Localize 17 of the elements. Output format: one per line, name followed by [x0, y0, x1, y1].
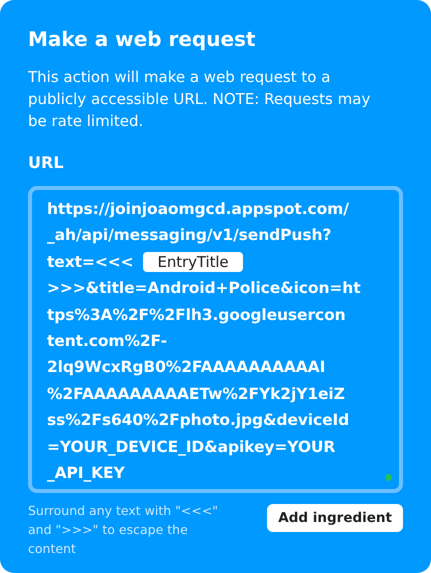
url-text: text=<<<: [47, 252, 134, 273]
url-text: tps%3A%2F%2Flh3.googleusercon: [47, 304, 346, 326]
url-text: >>>&title=Android+Police&icon=ht: [47, 278, 361, 300]
field-label: URL: [28, 152, 65, 174]
url-text: _API_KEY: [47, 462, 125, 484]
url-text: =YOUR_DEVICE_ID&apikey=YOUR: [47, 436, 336, 458]
card-title: Make a web request: [28, 26, 256, 52]
url-text: https://joinjoaomgcd.appspot.com/: [47, 199, 349, 220]
url-text: ss%2Fs640%2Fphoto.jpg&deviceId: [47, 410, 350, 432]
description-text: This action will make a web request to a publicly accessible URL. NOTE: Requests may be rate limited.: [28, 67, 372, 132]
url-text: 2lq9WcxRgB0%2FAAAAAAAAAAI: [47, 357, 326, 378]
url-text: %2FAAAAAAAAAETw%2FYk2jY1eiZ: [47, 384, 345, 405]
url-text: tent.com%2F-: [47, 330, 167, 352]
url-text: _ah/api/messaging/v1/sendPush?: [47, 225, 332, 246]
ingredient-tag[interactable]: EntryTitle: [143, 252, 243, 272]
helper-text: Surround any text with "<<<" and ">>>" to escape the content: [28, 502, 220, 558]
add-ingredient-button[interactable]: Add ingredient: [267, 504, 403, 532]
